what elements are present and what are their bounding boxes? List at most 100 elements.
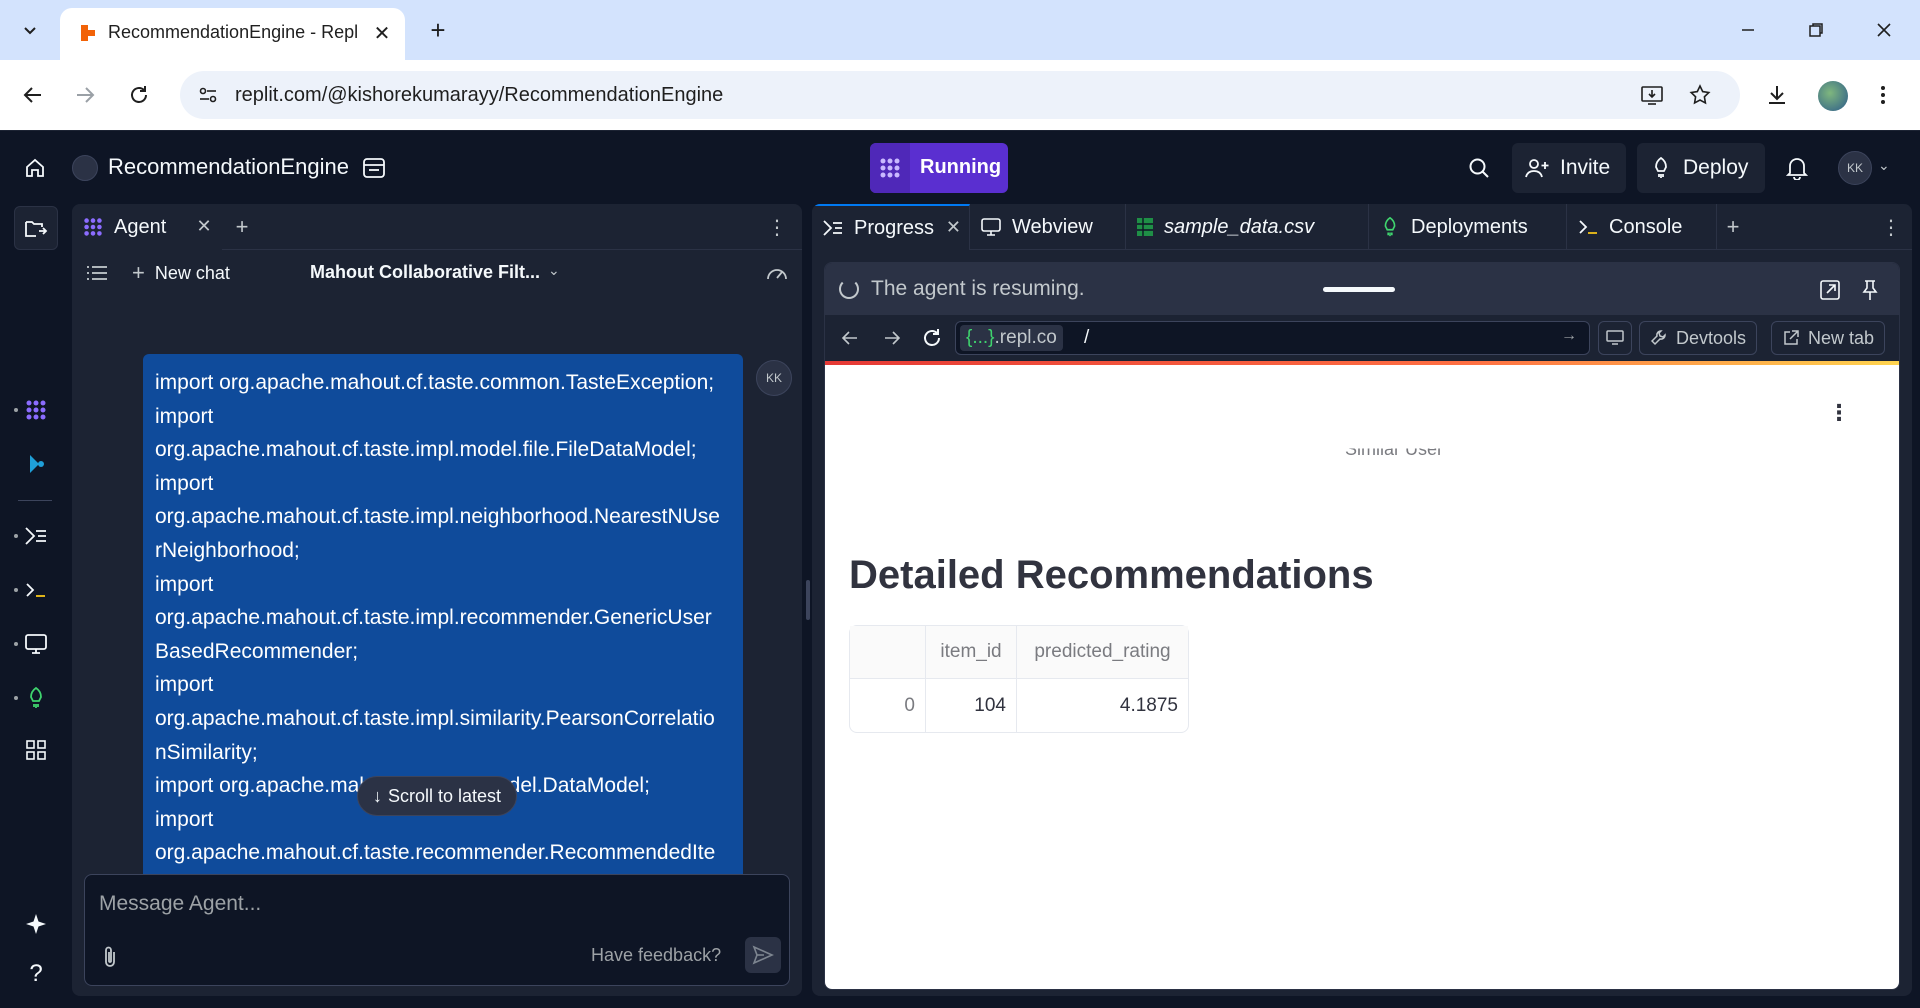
message-line: import [155,673,214,697]
more-vertical-icon[interactable]: ⋮ [1878,214,1904,240]
tab-deployments-label: Deployments [1411,215,1528,238]
tab-webview-label: Webview [1012,215,1093,238]
sparkle-icon[interactable] [14,902,58,946]
webview-forward-icon[interactable] [879,325,905,351]
toggle-sidebar-icon[interactable] [14,206,58,250]
webview-content[interactable]: ⋮ Similar User Detailed Recommendations … [825,365,1899,989]
external-link-icon [1784,330,1799,345]
agent-progress-card: The agent is resuming. {...}.repl.co / →… [824,262,1900,990]
new-chat-button[interactable]: + New chat [132,260,230,286]
restore-icon[interactable] [1786,8,1846,52]
minimize-icon[interactable] [1718,8,1778,52]
column-header-predicted-rating[interactable]: predicted_rating [1017,626,1188,679]
agent-icon [84,218,102,236]
panel-resize-handle[interactable] [806,580,810,620]
chat-title[interactable]: Mahout Collaborative Filt... [310,262,540,283]
tab-agent-label: Agent [114,216,167,238]
pin-icon[interactable] [1857,277,1883,303]
back-icon[interactable] [12,74,54,116]
wrench-icon [1650,330,1666,346]
message-line: org.apache.mahout.cf.taste.recommender.R… [155,841,716,865]
message-line: org.apache.mahout.cf.taste.impl.neighbor… [155,505,720,529]
tab-sample-data-csv[interactable]: sample_data.csv [1126,204,1369,250]
downloads-icon[interactable] [1756,74,1798,116]
chat-history-list-icon[interactable] [84,260,110,286]
notifications-bell-icon[interactable] [1782,153,1812,183]
tab-progress[interactable]: Progress ✕ [812,204,970,250]
deploy-button[interactable]: Deploy [1637,143,1765,193]
message-line: org.apache.mahout.cf.taste.impl.similari… [155,706,715,730]
webview-icon[interactable] [14,622,58,666]
agent-icon[interactable] [14,388,58,432]
usage-gauge-icon[interactable] [764,260,790,286]
invite-button[interactable]: Invite [1512,143,1626,193]
all-tools-grid-icon[interactable] [14,728,58,772]
user-avatar[interactable]: KK [1838,151,1872,185]
new-tab-label: New tab [1808,327,1875,348]
help-icon[interactable]: ? [14,952,58,996]
message-line: import [155,471,214,495]
close-icon[interactable]: ✕ [192,214,216,238]
message-input[interactable] [99,889,759,919]
reload-icon[interactable] [118,74,160,116]
chevron-down-icon[interactable]: ⌄ [1878,157,1890,174]
site-info-icon[interactable] [196,83,220,107]
assistant-icon[interactable] [14,442,58,486]
column-header-index[interactable] [850,626,926,679]
tab-console[interactable]: Console [1567,204,1717,250]
bookmark-star-icon[interactable] [1686,81,1714,109]
chevron-down-icon[interactable]: ⌄ [548,262,560,279]
close-window-icon[interactable] [1854,8,1914,52]
close-tab-icon[interactable]: ✕ [368,19,396,47]
pop-out-icon[interactable] [1817,277,1843,303]
close-icon[interactable]: ✕ [946,217,961,238]
feedback-link[interactable]: Have feedback? [591,945,721,966]
repl-name[interactable]: RecommendationEngine [108,154,349,180]
host-prefix: {...} [966,327,995,348]
new-tab-button[interactable]: New tab [1771,321,1886,355]
column-header-item-id[interactable]: item_id [926,626,1017,679]
forward-icon[interactable] [64,74,106,116]
devtools-button[interactable]: Devtools [1639,321,1758,355]
repl-info-icon[interactable] [358,153,390,183]
table-cell-index: 0 [850,679,926,732]
drag-handle[interactable] [1323,287,1395,292]
tab-search-chevron-icon[interactable] [10,12,50,48]
home-icon[interactable] [18,151,52,185]
browser-tab-active[interactable]: RecommendationEngine - Replit ✕ [60,8,405,60]
rail-divider [18,500,52,501]
browser-menu-icon[interactable] [1862,74,1904,116]
more-vertical-icon[interactable]: ⋮ [764,214,790,240]
webview-back-icon[interactable] [837,325,863,351]
workspace-tabs: Progress ✕ Webview sample_data.csv Deplo… [812,204,1912,250]
recommendations-table[interactable]: item_id predicted_rating 0 104 4.1875 [849,625,1189,733]
deployments-icon[interactable] [14,676,58,720]
send-icon[interactable] [745,937,781,973]
deploy-label: Deploy [1683,156,1749,179]
install-app-icon[interactable] [1638,81,1666,109]
device-preview-icon[interactable] [1598,321,1632,355]
console-icon[interactable] [14,568,58,612]
address-bar[interactable]: replit.com/@kishorekumarayy/Recommendati… [180,71,1740,119]
paperclip-icon[interactable] [97,943,123,971]
replit-favicon-icon [81,25,95,41]
app-menu-icon[interactable]: ⋮ [1827,399,1851,427]
webview-reload-icon[interactable] [919,325,945,351]
tab-webview[interactable]: Webview [970,204,1126,250]
webview-url-bar[interactable]: {...}.repl.co / → [955,321,1590,355]
browser-toolbar: replit.com/@kishorekumarayy/Recommendati… [0,60,1920,130]
search-icon[interactable] [1464,153,1494,183]
profile-avatar[interactable] [1818,81,1848,111]
tab-deployments[interactable]: Deployments [1369,204,1567,250]
add-tab-icon[interactable]: + [1719,213,1747,241]
table-cell-predicted-rating: 4.1875 [1119,694,1178,716]
go-arrow-icon[interactable]: → [1561,327,1577,345]
new-chat-label: New chat [154,262,230,283]
run-button[interactable]: Running [870,143,1008,193]
add-tab-icon[interactable]: + [228,213,256,241]
new-tab-button[interactable]: + [418,12,458,48]
deployments-icon [1384,216,1396,237]
scroll-to-latest-button[interactable]: ↓ Scroll to latest [357,776,517,816]
tab-agent[interactable]: Agent ✕ [72,204,222,250]
progress-icon[interactable] [14,514,58,558]
